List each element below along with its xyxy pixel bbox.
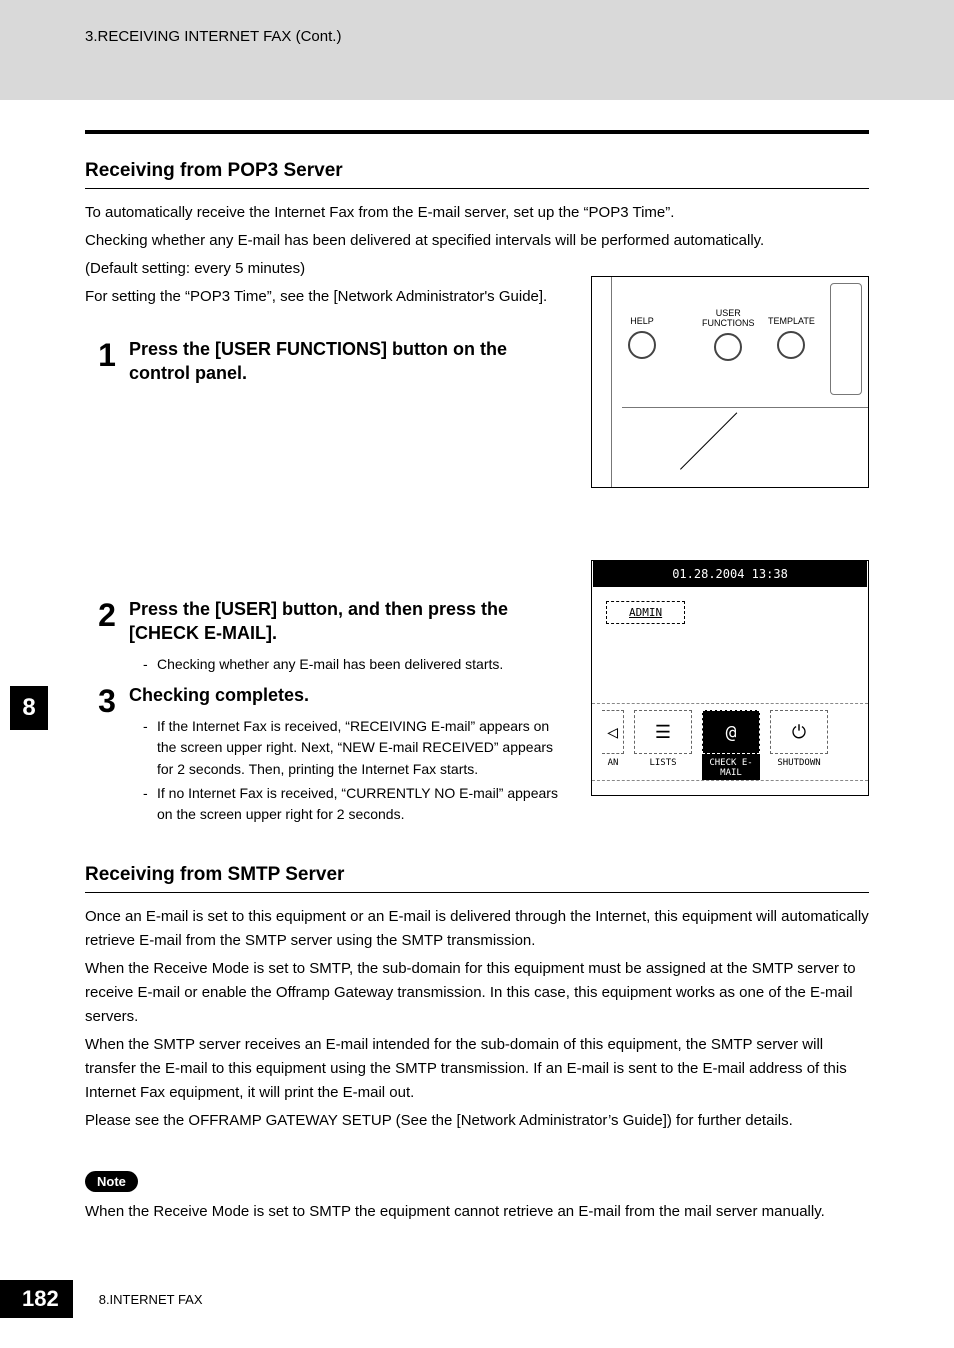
lcd-datetime: 01.28.2004 13:38	[593, 561, 867, 587]
p: To automatically receive the Internet Fa…	[85, 201, 869, 225]
step-title: Press the [USER] button, and then press …	[129, 597, 569, 646]
breadcrumb: 3.RECEIVING INTERNET FAX (Cont.)	[85, 28, 341, 45]
note-text: When the Receive Mode is set to SMTP the…	[85, 1200, 869, 1224]
p: Checking whether any E-mail has been del…	[85, 229, 869, 253]
section-title-pop3: Receiving from POP3 Server	[85, 160, 869, 189]
step-notes: Checking whether any E-mail has been del…	[129, 654, 569, 676]
step-3: 3 Checking completes. If the Internet Fa…	[85, 683, 869, 828]
page-content: Receiving from POP3 Server To automatica…	[0, 100, 954, 1224]
note-badge: Note	[85, 1171, 138, 1192]
smtp-body: Once an E-mail is set to this equipment …	[85, 905, 869, 1133]
top-rule	[85, 130, 869, 134]
lcd-admin-tab[interactable]: ADMIN	[606, 601, 685, 624]
list-item: If no Internet Fax is received, “CURRENT…	[143, 783, 569, 826]
footer-chapter: 8.INTERNET FAX	[99, 1292, 203, 1307]
user-functions-label: USER FUNCTIONS	[702, 309, 755, 329]
user-functions-button[interactable]	[714, 333, 742, 361]
step-number: 2	[85, 597, 129, 631]
list-item: If the Internet Fax is received, “RECEIV…	[143, 716, 569, 781]
callout-line	[680, 409, 740, 469]
step-title: Checking completes.	[129, 683, 569, 707]
help-label: HELP	[628, 317, 656, 327]
step-title: Press the [USER FUNCTIONS] button on the…	[129, 337, 549, 386]
p: When the Receive Mode is set to SMTP, th…	[85, 957, 869, 1029]
help-button[interactable]	[628, 331, 656, 359]
list-item: Checking whether any E-mail has been del…	[143, 654, 569, 676]
page-header: 3.RECEIVING INTERNET FAX (Cont.)	[0, 0, 954, 100]
template-button[interactable]	[777, 331, 805, 359]
section-title-smtp: Receiving from SMTP Server	[85, 864, 869, 893]
control-panel-illustration: HELP USER FUNCTIONS TEMPLATE	[591, 276, 869, 488]
p: Please see the OFFRAMP GATEWAY SETUP (Se…	[85, 1109, 869, 1133]
step-number: 1	[85, 337, 129, 371]
template-label: TEMPLATE	[768, 317, 815, 327]
step-notes: If the Internet Fax is received, “RECEIV…	[129, 716, 569, 826]
page-footer: 182 8.INTERNET FAX	[0, 1280, 203, 1318]
p: Once an E-mail is set to this equipment …	[85, 905, 869, 953]
step-number: 3	[85, 683, 129, 717]
p: When the SMTP server receives an E-mail …	[85, 1033, 869, 1105]
page-number: 182	[0, 1280, 73, 1318]
